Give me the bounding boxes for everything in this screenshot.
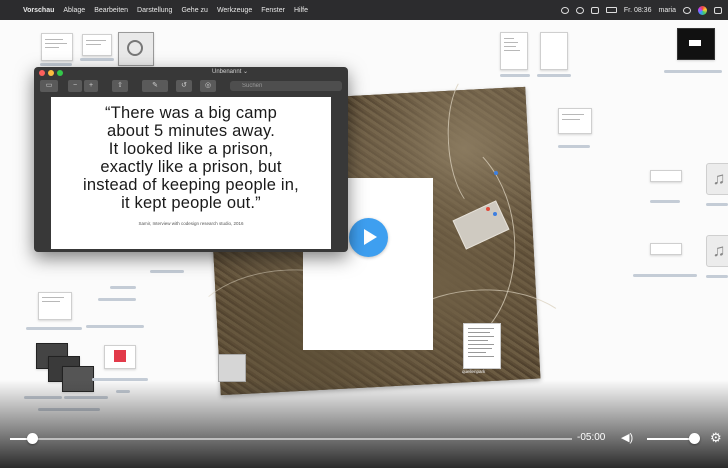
- play-icon: [364, 229, 377, 245]
- quote-text: “There was a big camp about 5 minutes aw…: [83, 104, 299, 212]
- time-remaining: -05:00: [577, 432, 606, 443]
- desktop-file-label: [110, 286, 136, 289]
- sidebar-toggle-icon[interactable]: ▭: [40, 80, 58, 92]
- desktop-file-label: [98, 298, 136, 301]
- menu-bearbeiten[interactable]: Bearbeiten: [94, 7, 128, 14]
- map-marker: [486, 207, 490, 211]
- mini-document: [463, 323, 501, 369]
- battery-icon[interactable]: [605, 7, 617, 13]
- timemachine-icon[interactable]: [575, 6, 584, 14]
- desktop-file-icon[interactable]: [558, 108, 592, 134]
- close-icon[interactable]: [39, 70, 45, 76]
- desktop-file-icon[interactable]: [650, 243, 682, 255]
- menu-clock[interactable]: Fr. 08:36: [624, 7, 652, 14]
- music-file-icon[interactable]: ♫: [706, 235, 728, 267]
- desktop-file-label: [26, 327, 82, 330]
- preview-window: Unbenannt ⌄ ▭ − + ⇧ ✎ ↺ ◎ ⌕ “There was a…: [34, 67, 348, 252]
- desktop-file-label: [633, 274, 697, 277]
- desktop-file-icon[interactable]: [650, 170, 682, 182]
- status-circle-icon[interactable]: [560, 6, 569, 14]
- music-file-icon[interactable]: ♫: [706, 163, 728, 195]
- annotate-icon[interactable]: ◎: [200, 80, 216, 92]
- desktop-file-label: [706, 203, 728, 206]
- search-input[interactable]: [230, 81, 342, 91]
- siri-icon[interactable]: [698, 5, 707, 15]
- desktop-file-label: [558, 145, 590, 148]
- preview-toolbar: ▭ − + ⇧ ✎ ↺ ◎ ⌕: [34, 78, 348, 94]
- desktop-file-label: [537, 74, 571, 77]
- menu-hilfe[interactable]: Hilfe: [294, 7, 308, 14]
- desktop-file-label: [706, 275, 728, 278]
- desktop-file-icon[interactable]: [104, 345, 136, 369]
- desktop-file-label: [86, 325, 144, 328]
- desktop-file-label: [500, 74, 530, 77]
- markup-icon[interactable]: ✎: [142, 80, 168, 92]
- menu-fenster[interactable]: Fenster: [261, 7, 285, 14]
- desktop-file-icon[interactable]: [38, 292, 72, 320]
- spotlight-icon[interactable]: [683, 6, 691, 14]
- menu-darstellung[interactable]: Darstellung: [137, 7, 172, 14]
- progress-knob[interactable]: [26, 433, 38, 444]
- volume-fill: [647, 438, 695, 440]
- rotate-icon[interactable]: ↺: [176, 80, 192, 92]
- desktop-file-icon[interactable]: [41, 33, 73, 61]
- fullscreen-icon[interactable]: [57, 70, 63, 76]
- desktop-file-icon[interactable]: [540, 32, 568, 70]
- desktop-file-label: [664, 70, 722, 73]
- video-controls: -05:00 ◀) ⚙: [0, 424, 728, 454]
- map-label: quellenpark: [462, 369, 486, 374]
- volume-knob[interactable]: [689, 433, 701, 444]
- status-area: Fr. 08:36 maria: [560, 5, 722, 15]
- menu-user[interactable]: maria: [658, 7, 676, 14]
- menu-ablage[interactable]: Ablage: [63, 7, 85, 14]
- desktop-file-icon[interactable]: [118, 32, 154, 66]
- share-icon[interactable]: ⇧: [112, 80, 128, 92]
- desktop-file-label: [150, 270, 184, 273]
- video-frame: Vorschau Ablage Bearbeiten Darstellung G…: [0, 0, 728, 468]
- menu-gehe-zu[interactable]: Gehe zu: [181, 7, 207, 14]
- notification-center-icon[interactable]: [714, 6, 722, 14]
- volume-icon[interactable]: ◀): [621, 430, 637, 446]
- desktop-file-icon[interactable]: [677, 28, 715, 60]
- minimize-icon[interactable]: [48, 70, 54, 76]
- map-marker: [493, 212, 497, 216]
- wifi-icon[interactable]: [590, 6, 599, 14]
- desktop-file-label: [80, 58, 114, 61]
- gear-icon[interactable]: ⚙: [710, 430, 726, 446]
- play-button[interactable]: [349, 218, 388, 257]
- document-page: “There was a big camp about 5 minutes aw…: [51, 97, 331, 249]
- desktop-file-label: [40, 63, 72, 66]
- document-title[interactable]: Unbenannt ⌄: [212, 68, 248, 75]
- map-thumbnail: [218, 354, 246, 382]
- menu-werkzeuge[interactable]: Werkzeuge: [217, 7, 252, 14]
- quote-citation: Samir, Interview with codesign research …: [138, 221, 244, 226]
- zoom-out-icon[interactable]: −: [68, 80, 82, 92]
- map-marker: [494, 171, 498, 175]
- desktop-file-icon[interactable]: [500, 32, 528, 70]
- menu-bar: Vorschau Ablage Bearbeiten Darstellung G…: [0, 0, 728, 20]
- desktop-file-label: [650, 200, 680, 203]
- menu-app-name[interactable]: Vorschau: [23, 7, 54, 14]
- zoom-in-icon[interactable]: +: [84, 80, 98, 92]
- progress-track[interactable]: [10, 438, 572, 440]
- desktop-file-icon[interactable]: [82, 34, 112, 56]
- window-titlebar[interactable]: Unbenannt ⌄: [34, 67, 348, 78]
